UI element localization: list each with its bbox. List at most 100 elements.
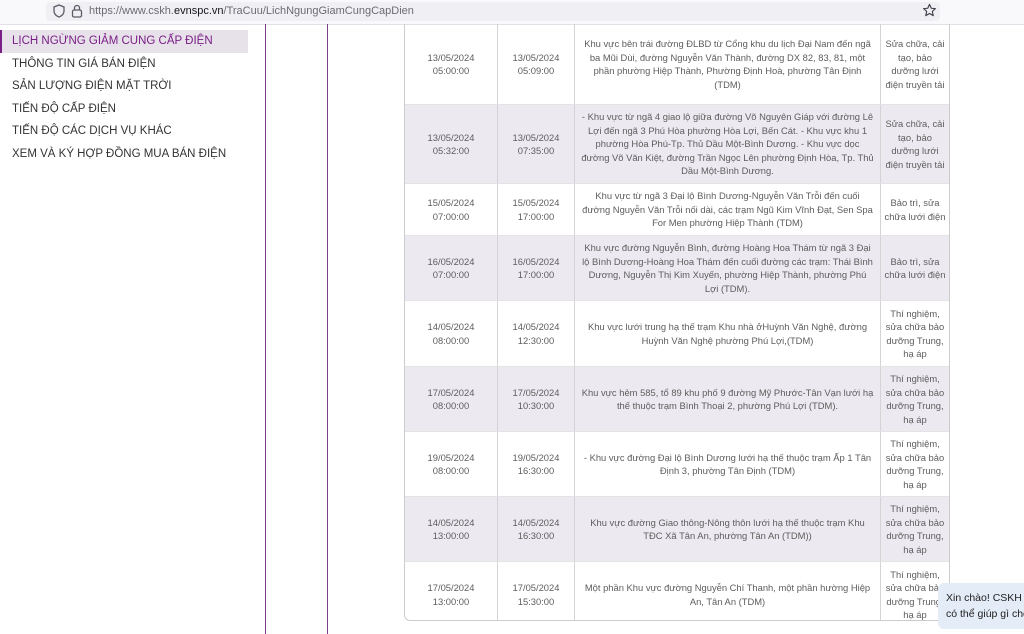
end-date: 17/05/2024 bbox=[512, 386, 560, 398]
end-time-cell: 13/05/2024 05:09:00 bbox=[498, 24, 575, 104]
url-text[interactable]: https://www.cskh.evnspc.vn/TraCuu/LichNg… bbox=[89, 5, 414, 17]
start-date: 14/05/2024 bbox=[427, 516, 475, 528]
reason-cell: Thí nghiệm, sửa chữa bảo dưỡng Trung, hạ… bbox=[885, 373, 945, 425]
end-date: 17/05/2024 bbox=[512, 582, 560, 593]
end-time-cell: 13/05/2024 07:35:00 bbox=[498, 105, 575, 183]
sidebar-item-other-services-progress[interactable]: TIẾN ĐỘ CÁC DỊCH VỤ KHÁC bbox=[0, 120, 250, 143]
area-cell: Khu vực bên trái đường ĐLBD từ Cổng khu … bbox=[575, 24, 881, 104]
start-time-cell: 15/05/2024 07:00:00 bbox=[405, 184, 498, 235]
url-path: /TraCuu/LichNgungGiamCungCapDien bbox=[223, 5, 414, 17]
start-time-cell: 16/05/2024 07:00:00 bbox=[405, 236, 498, 300]
start-date: 15/05/2024 bbox=[427, 197, 475, 208]
start-date: 16/05/2024 bbox=[427, 255, 475, 267]
divider-line bbox=[327, 24, 328, 634]
start-date: 17/05/2024 bbox=[427, 582, 475, 593]
end-time: 16:30:00 bbox=[517, 465, 555, 476]
start-time: 08:00:00 bbox=[432, 465, 470, 476]
sidebar-item-power-supply-progress[interactable]: TIẾN ĐỘ CẤP ĐIỆN bbox=[0, 98, 250, 121]
end-time: 12:30:00 bbox=[517, 334, 555, 346]
table-row: 15/05/2024 07:00:00 15/05/2024 17:00:00 Kh… bbox=[405, 184, 949, 236]
start-time-cell: 17/05/2024 08:00:00 bbox=[405, 367, 498, 431]
url-domain: evnspc.vn bbox=[173, 5, 224, 17]
start-date: 19/05/2024 bbox=[427, 451, 475, 463]
start-time: 07:00:00 bbox=[432, 210, 470, 222]
reason-cell: Thí nghiệm, sửa chữa bảo dưỡng Trung, hạ… bbox=[885, 503, 945, 555]
end-time-cell: 17/05/2024 15:30:00 bbox=[498, 562, 575, 620]
start-time: 13:00:00 bbox=[432, 595, 470, 607]
end-time: 16:30:00 bbox=[517, 530, 555, 541]
area-cell: Khu vực hẻm 585, tổ 89 khu phố 9 đường M… bbox=[575, 367, 881, 431]
end-date: 15/05/2024 bbox=[512, 197, 560, 208]
start-time: 13:00:00 bbox=[432, 530, 470, 541]
end-time: 07:35:00 bbox=[517, 145, 555, 156]
start-time-cell: 13/05/2024 05:00:00 bbox=[405, 24, 498, 104]
table-row: 16/05/2024 07:00:00 16/05/2024 17:00:00 Kh… bbox=[405, 236, 949, 301]
end-time: 05:09:00 bbox=[517, 65, 555, 76]
lock-icon[interactable] bbox=[71, 4, 83, 18]
start-time: 05:00:00 bbox=[432, 65, 470, 76]
end-time: 17:00:00 bbox=[517, 269, 555, 280]
sidebar-item-view-sign-contract[interactable]: XEM VÀ KÝ HỢP ĐỒNG MUA BÁN ĐIỆN bbox=[0, 143, 250, 166]
sidebar-item-power-outage-schedule[interactable]: LỊCH NGỪNG GIẢM CUNG CẤP ĐIỆN bbox=[0, 30, 248, 53]
chat-greeting-bubble[interactable]: Xin chào! CSKH có thể giúp gì cho bbox=[938, 583, 1024, 629]
start-time: 07:00:00 bbox=[432, 269, 470, 280]
sidebar-item-electricity-price-info[interactable]: THÔNG TIN GIÁ BÁN ĐIỆN bbox=[0, 53, 250, 76]
end-date: 13/05/2024 bbox=[512, 51, 560, 63]
end-date: 14/05/2024 bbox=[512, 321, 560, 332]
area-cell: Một phần Khu vực đường Nguyễn Chí Thanh,… bbox=[575, 562, 881, 620]
table-row: 17/05/2024 08:00:00 17/05/2024 10:30:00 Kh… bbox=[405, 367, 949, 432]
end-time-cell: 14/05/2024 16:30:00 bbox=[498, 497, 575, 561]
start-time: 08:00:00 bbox=[432, 334, 470, 346]
divider-line bbox=[265, 24, 266, 634]
bookmark-star-icon[interactable] bbox=[922, 3, 937, 18]
start-date: 14/05/2024 bbox=[427, 321, 475, 332]
chat-greeting-line: có thể giúp gì cho bbox=[946, 608, 1024, 620]
outage-schedule-table: 13/05/2024 05:00:00 13/05/2024 05:09:00 Kh… bbox=[404, 24, 950, 621]
area-cell: - Khu vực từ ngã 4 giao lộ giữa đường Võ… bbox=[575, 105, 881, 183]
sidebar-item-solar-output[interactable]: SẢN LƯỢNG ĐIỆN MẶT TRỜI bbox=[0, 75, 250, 98]
area-cell: Khu vực đường Giao thông-Nông thôn lưới … bbox=[575, 497, 881, 561]
end-time-cell: 17/05/2024 10:30:00 bbox=[498, 367, 575, 431]
end-date: 16/05/2024 bbox=[512, 255, 560, 267]
start-time-cell: 14/05/2024 08:00:00 bbox=[405, 301, 498, 366]
table-row: 17/05/2024 13:00:00 17/05/2024 15:30:00 Mộ… bbox=[405, 562, 949, 620]
area-cell: - Khu vực đường Đại lộ Bình Dương lưới h… bbox=[575, 432, 881, 496]
end-time-cell: 14/05/2024 12:30:00 bbox=[498, 301, 575, 366]
start-date: 13/05/2024 bbox=[427, 131, 475, 143]
end-time-cell: 19/05/2024 16:30:00 bbox=[498, 432, 575, 496]
reason-cell: Thí nghiệm, sửa chữa bảo dưỡng Trung, hạ… bbox=[885, 438, 945, 490]
end-date: 13/05/2024 bbox=[512, 131, 560, 143]
end-date: 14/05/2024 bbox=[512, 516, 560, 528]
reason-cell: Bảo trì, sửa chữa lưới điện bbox=[884, 255, 946, 281]
reason-cell: Thí nghiệm, sửa chữa bảo dưỡng Trung, hạ… bbox=[885, 307, 945, 360]
end-time-cell: 16/05/2024 17:00:00 bbox=[498, 236, 575, 300]
start-time-cell: 19/05/2024 08:00:00 bbox=[405, 432, 498, 496]
sidebar-menu: LỊCH NGỪNG GIẢM CUNG CẤP ĐIỆN THÔNG TIN … bbox=[0, 30, 250, 165]
area-cell: Khu vực lưới trung hạ thế trạm Khu nhà ở… bbox=[575, 301, 881, 366]
start-date: 17/05/2024 bbox=[427, 386, 475, 398]
reason-cell: Sửa chữa, cải tạo, bảo dưỡng lưới điện t… bbox=[885, 38, 945, 90]
reason-cell: Sửa chữa, cải tạo, bảo dưỡng lưới điện t… bbox=[885, 118, 945, 170]
table-row: 14/05/2024 13:00:00 14/05/2024 16:30:00 Kh… bbox=[405, 497, 949, 562]
end-date: 19/05/2024 bbox=[512, 451, 560, 463]
start-time-cell: 13/05/2024 05:32:00 bbox=[405, 105, 498, 183]
start-time: 08:00:00 bbox=[432, 400, 470, 411]
table-row: 19/05/2024 08:00:00 19/05/2024 16:30:00 - … bbox=[405, 432, 949, 497]
chat-greeting-line: Xin chào! CSKH bbox=[946, 592, 1022, 604]
start-date: 13/05/2024 bbox=[427, 51, 475, 63]
end-time: 10:30:00 bbox=[517, 400, 555, 411]
area-cell: Khu vực từ ngã 3 Đại lộ Bình Dương-Nguyễ… bbox=[575, 184, 881, 235]
table-row: 13/05/2024 05:00:00 13/05/2024 05:09:00 Kh… bbox=[405, 24, 949, 105]
area-cell: Khu vực đường Nguyễn Bình, đường Hoàng H… bbox=[575, 236, 881, 300]
tracking-protection-shield-icon[interactable] bbox=[52, 4, 66, 18]
table-row: 13/05/2024 05:32:00 13/05/2024 07:35:00 - … bbox=[405, 105, 949, 184]
table-row: 14/05/2024 08:00:00 14/05/2024 12:30:00 Kh… bbox=[405, 301, 949, 367]
start-time-cell: 17/05/2024 13:00:00 bbox=[405, 562, 498, 620]
browser-address-bar: https://www.cskh.evnspc.vn/TraCuu/LichNg… bbox=[0, 0, 1024, 25]
end-time-cell: 15/05/2024 17:00:00 bbox=[498, 184, 575, 235]
start-time-cell: 14/05/2024 13:00:00 bbox=[405, 497, 498, 561]
end-time: 17:00:00 bbox=[517, 210, 555, 222]
url-prefix: https://www.cskh. bbox=[89, 5, 174, 17]
end-time: 15:30:00 bbox=[517, 595, 555, 607]
reason-cell: Bảo trì, sửa chữa lưới điện bbox=[884, 197, 946, 222]
